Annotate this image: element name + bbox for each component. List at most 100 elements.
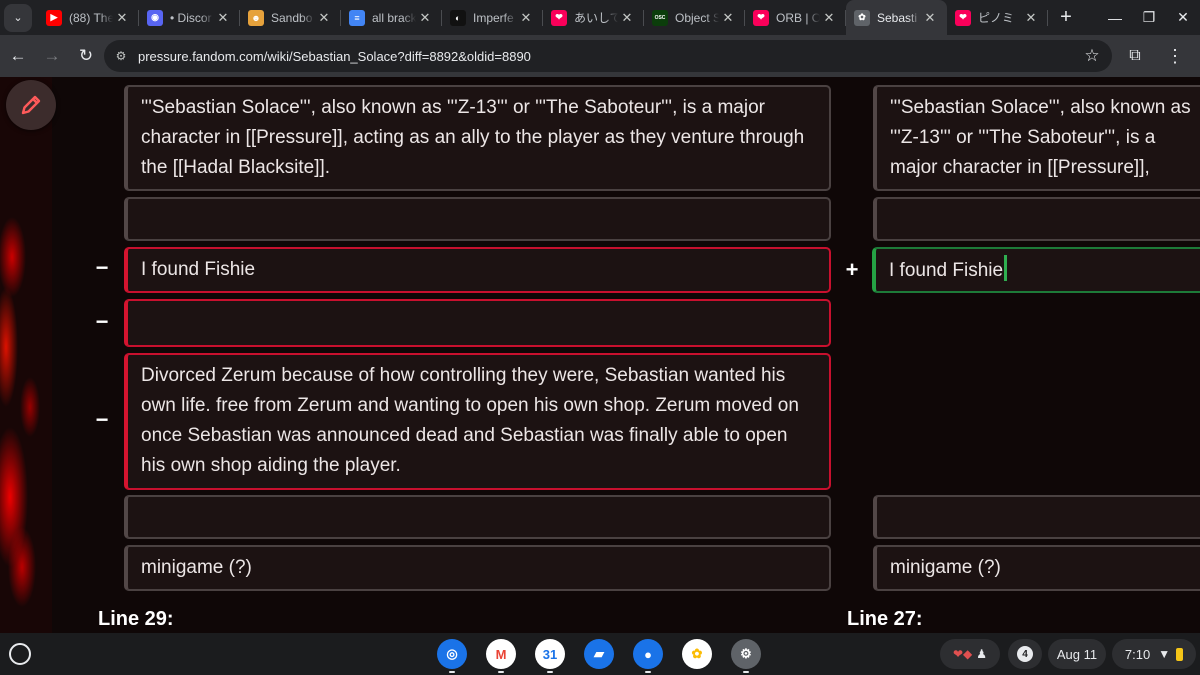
- notification-count-badge: 4: [1017, 646, 1033, 662]
- tab-title: Sandbo: [271, 10, 313, 25]
- os-shelf: ◎ M 31 ▰ ● ✿ ⚙ ❤◆ ♟ 4 Aug 11 7:10 ▼: [0, 633, 1200, 675]
- left-context-intro: '''Sebastian Solace''', also known as ''…: [124, 85, 831, 191]
- close-window-icon[interactable]: ✕: [1166, 9, 1200, 26]
- launcher-button[interactable]: [9, 643, 31, 665]
- left-context-minigame: minigame (?): [124, 545, 831, 591]
- pencil-icon: [21, 95, 41, 115]
- wiki-globe-icon: ✿: [854, 9, 870, 26]
- left-line-header: Line 29:: [98, 608, 174, 630]
- app-running-indicator: [743, 671, 749, 673]
- browser-tab[interactable]: OSC Object S ✕: [644, 0, 745, 35]
- deleted-paragraph: Divorced Zerum because of how controllin…: [124, 353, 831, 490]
- tab-title: Sebasti: [877, 10, 918, 25]
- gmail-app-icon[interactable]: M: [486, 639, 516, 669]
- browser-toolbar: ← → ↻ ⚙ pressure.fandom.com/wiki/Sebasti…: [0, 35, 1200, 77]
- wiki-background-art: [0, 77, 52, 633]
- reload-icon: ↻: [78, 46, 94, 65]
- left-intro-text: '''Sebastian Solace''', also known as ''…: [141, 97, 805, 178]
- reload-button[interactable]: ↻: [70, 40, 102, 72]
- browser-tab[interactable]: ≡ all brack ✕: [341, 0, 442, 35]
- menu-icon[interactable]: ⋮: [1160, 40, 1190, 72]
- tab-title: ORB | Ot: [776, 10, 820, 25]
- browser-tab[interactable]: ◉ • Discor ✕: [139, 0, 240, 35]
- deleted-line-marker: −: [95, 309, 109, 334]
- tab-close-icon[interactable]: ✕: [921, 9, 939, 27]
- browser-tab[interactable]: ☻ Sandbo ✕: [240, 0, 341, 35]
- app-running-indicator: [498, 671, 504, 673]
- browser-tab[interactable]: ❤ ORB | Ot ✕: [745, 0, 846, 35]
- left-minigame-text: minigame (?): [141, 557, 252, 578]
- app-running-indicator: [645, 671, 651, 673]
- imperfect-site-icon: ◐: [450, 9, 466, 26]
- left-context-empty: [124, 197, 831, 241]
- files-app-icon[interactable]: ▰: [584, 639, 614, 669]
- right-context-empty: [873, 197, 1200, 241]
- notification-icons-tray[interactable]: ❤◆ ♟: [940, 639, 1000, 669]
- fandom-icon: ❤: [551, 9, 567, 26]
- messages-app-icon[interactable]: ●: [633, 639, 663, 669]
- url-text[interactable]: pressure.fandom.com/wiki/Sebastian_Solac…: [138, 49, 531, 64]
- tab-close-icon[interactable]: ✕: [416, 9, 434, 27]
- right-minigame-text: minigame (?): [890, 557, 1001, 578]
- pin-icon: ♟: [976, 647, 988, 661]
- battery-icon: [1176, 647, 1184, 661]
- youtube-icon: ▶: [46, 9, 62, 26]
- date-tray[interactable]: Aug 11: [1048, 639, 1106, 669]
- deleted-paragraph-text: Divorced Zerum because of how controllin…: [141, 365, 799, 476]
- discord-icon: ◉: [147, 9, 163, 26]
- tab-title: ピノミ: [978, 11, 1015, 25]
- browser-tab[interactable]: ◐ Imperfe ✕: [442, 0, 543, 35]
- tab-close-icon[interactable]: ✕: [214, 9, 232, 27]
- google-docs-icon: ≡: [349, 9, 365, 26]
- osc-wiki-icon: OSC: [652, 9, 668, 26]
- tab-close-icon[interactable]: ✕: [820, 9, 838, 27]
- tray-status-icons: ❤◆: [952, 647, 973, 661]
- browser-tab[interactable]: ▶ (88) The ✕: [38, 0, 139, 35]
- date-text: Aug 11: [1056, 646, 1098, 662]
- calendar-app-icon[interactable]: 31: [535, 639, 565, 669]
- address-bar[interactable]: ⚙ pressure.fandom.com/wiki/Sebastian_Sol…: [104, 40, 1112, 72]
- tab-close-icon[interactable]: ✕: [1022, 9, 1040, 27]
- extensions-icon[interactable]: ⧉: [1120, 40, 1150, 72]
- forward-button[interactable]: →: [36, 40, 68, 72]
- diff-page: '''Sebastian Solace''', also known as ''…: [0, 77, 1200, 633]
- deleted-line-marker: −: [95, 407, 109, 432]
- bookmark-star-icon[interactable]: ☆: [1080, 44, 1104, 68]
- sandbox-avatar-icon: ☻: [248, 9, 264, 26]
- tab-title: (88) The: [69, 10, 113, 25]
- deleted-line: I found Fishie: [124, 247, 831, 293]
- tab-search-button[interactable]: ⌄: [4, 3, 32, 32]
- status-tray[interactable]: 7:10 ▼: [1112, 639, 1196, 669]
- chevron-down-icon: ⌄: [13, 12, 23, 24]
- text-caret: [1004, 255, 1008, 281]
- tab-close-icon[interactable]: ✕: [618, 9, 636, 27]
- minimize-icon[interactable]: —: [1098, 10, 1132, 26]
- tab-close-icon[interactable]: ✕: [719, 9, 737, 27]
- wifi-icon: ▼: [1158, 647, 1171, 661]
- tab-list: ▶ (88) The ✕ ◉ • Discor ✕ ☻ Sandbo ✕ ≡ all brack ✕ ◐…: [38, 0, 1048, 35]
- deleted-line-marker: −: [95, 255, 109, 280]
- right-context-intro: '''Sebastian Solace''', also known as ''…: [873, 85, 1200, 191]
- right-context-empty: [873, 495, 1200, 539]
- tab-close-icon[interactable]: ✕: [113, 9, 131, 27]
- edit-button[interactable]: [6, 80, 56, 130]
- tab-title: あいして: [574, 11, 618, 25]
- notification-counter[interactable]: 4: [1008, 639, 1042, 669]
- fandom-icon: ❤: [753, 9, 769, 26]
- restore-icon[interactable]: ❐: [1132, 9, 1166, 26]
- back-button[interactable]: ←: [2, 40, 34, 72]
- added-line-text: I found Fishie: [889, 260, 1004, 281]
- tab-title: • Discor: [170, 10, 212, 25]
- tab-close-icon[interactable]: ✕: [315, 9, 333, 27]
- new-tab-button[interactable]: +: [1052, 4, 1080, 32]
- browser-tab[interactable]: ❤ あいして ✕: [543, 0, 644, 35]
- site-info-icon[interactable]: ⚙: [108, 43, 134, 69]
- browser-tab[interactable]: ❤ ピノミ ✕: [947, 0, 1048, 35]
- settings-app-icon[interactable]: ⚙: [731, 639, 761, 669]
- tab-close-icon[interactable]: ✕: [517, 9, 535, 27]
- chrome-app-icon[interactable]: ◎: [437, 639, 467, 669]
- browser-tab[interactable]: ✿ Sebasti ✕: [846, 0, 947, 35]
- photos-app-icon[interactable]: ✿: [682, 639, 712, 669]
- arrow-right-icon: →: [43, 46, 61, 65]
- window-controls: — ❐ ✕: [1098, 0, 1200, 35]
